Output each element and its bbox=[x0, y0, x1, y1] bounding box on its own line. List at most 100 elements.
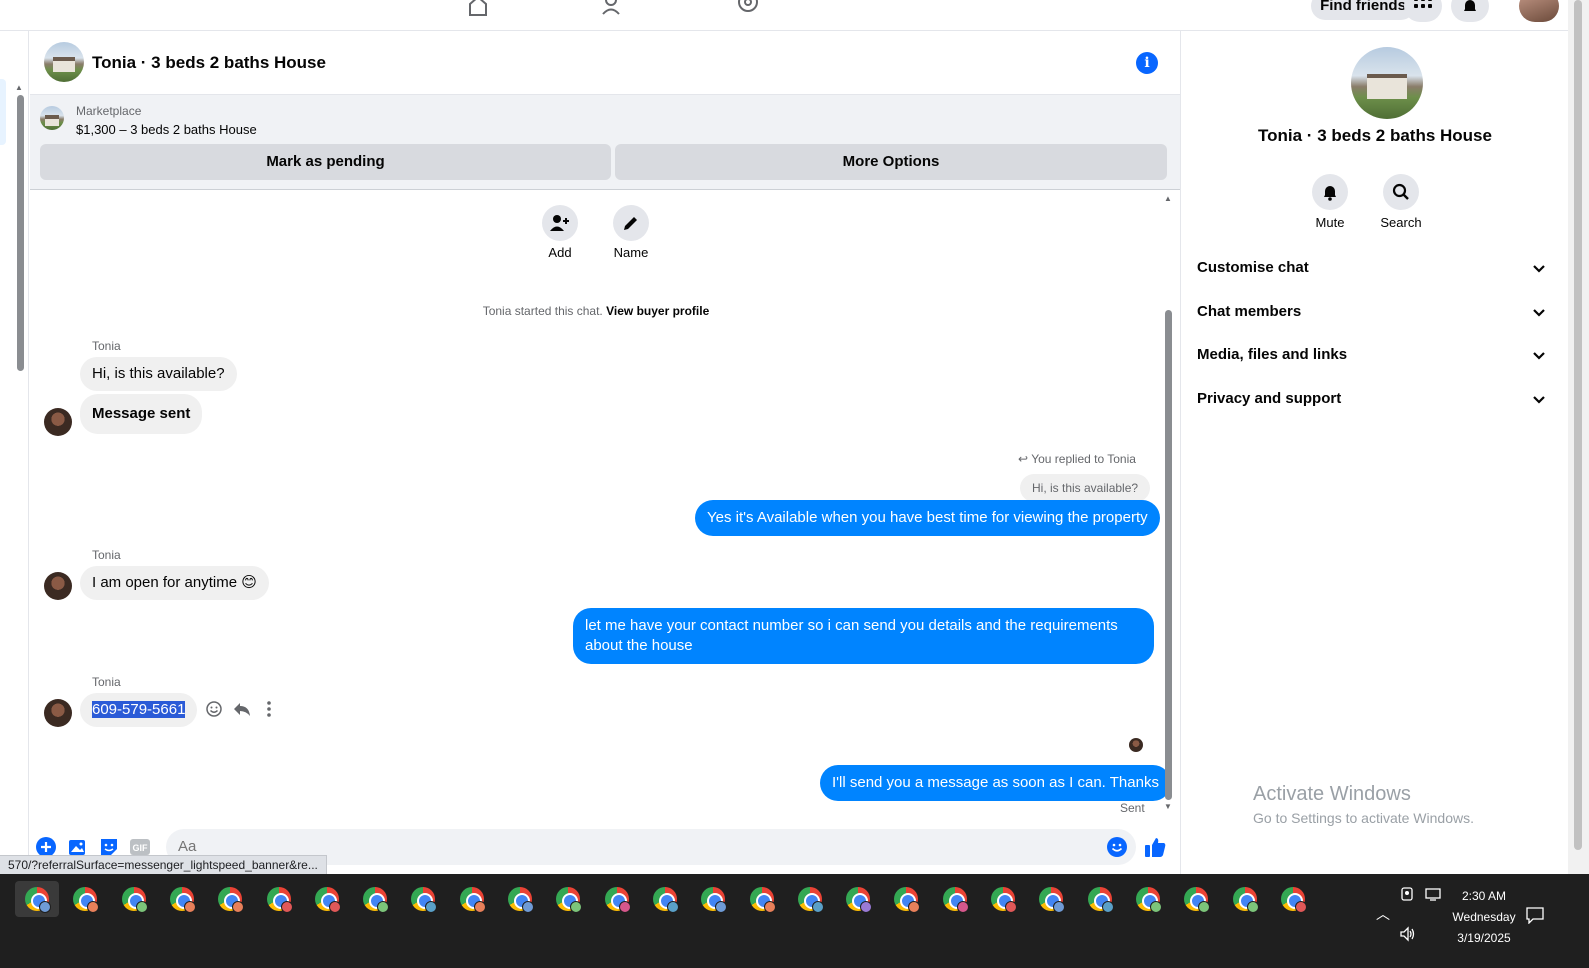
taskbar-chrome-window[interactable] bbox=[643, 881, 687, 917]
outgoing-message[interactable]: let me have your contact number so i can… bbox=[573, 608, 1154, 664]
notifications-button[interactable] bbox=[1451, 0, 1489, 22]
add-label: Add bbox=[548, 245, 572, 260]
taskbar-chrome-window[interactable] bbox=[112, 881, 156, 917]
more-options-button[interactable]: More Options bbox=[615, 144, 1167, 180]
profile-badge-icon bbox=[39, 901, 51, 913]
clock-date: 3/19/2025 bbox=[1457, 931, 1511, 945]
profile-badge-icon bbox=[1101, 901, 1114, 913]
media-files-links-section[interactable]: Media, files and links bbox=[1197, 335, 1553, 375]
taskbar-chrome-window[interactable] bbox=[257, 881, 301, 917]
react-icon[interactable] bbox=[204, 699, 224, 719]
listing-thumbnail[interactable] bbox=[40, 106, 64, 130]
taskbar-chrome-window[interactable] bbox=[15, 881, 59, 917]
scroll-up-arrow[interactable]: ▲ bbox=[1164, 194, 1172, 203]
taskbar-chrome-window[interactable] bbox=[1223, 881, 1267, 917]
emoji-icon[interactable] bbox=[1106, 836, 1128, 858]
conversation-scrollbar[interactable] bbox=[1165, 310, 1172, 800]
info-icon[interactable]: i bbox=[1136, 52, 1158, 74]
taskbar-chrome-window[interactable] bbox=[1078, 881, 1122, 917]
name-chat-button[interactable] bbox=[613, 205, 649, 241]
sender-avatar[interactable] bbox=[44, 408, 72, 436]
quoted-message[interactable]: Hi, is this available? bbox=[1020, 474, 1151, 502]
taskbar-chrome-window[interactable] bbox=[1029, 881, 1073, 917]
taskbar-chrome-window[interactable] bbox=[160, 881, 204, 917]
taskbar-chrome-window[interactable] bbox=[884, 881, 928, 917]
find-friends-button[interactable]: Find friends bbox=[1311, 0, 1415, 20]
profile-badge-icon bbox=[425, 901, 438, 913]
groups-icon[interactable] bbox=[736, 0, 760, 16]
page-scrollbar[interactable] bbox=[1568, 0, 1589, 874]
incoming-message[interactable]: I am open for anytime 😊 bbox=[80, 566, 269, 600]
customise-chat-section[interactable]: Customise chat bbox=[1197, 248, 1553, 288]
taskbar-chrome-window[interactable] bbox=[305, 881, 349, 917]
like-icon[interactable] bbox=[1144, 836, 1166, 858]
account-avatar[interactable] bbox=[1519, 0, 1559, 22]
network-icon[interactable] bbox=[1424, 886, 1442, 902]
show-hidden-icons-chevron-icon[interactable]: ︿ bbox=[1376, 904, 1390, 924]
taskbar-chrome-window[interactable] bbox=[1126, 881, 1170, 917]
meet-now-icon[interactable] bbox=[1399, 886, 1415, 902]
taskbar-chrome-window[interactable] bbox=[691, 881, 735, 917]
system-clock[interactable]: 2:30 AM Wednesday 3/19/2025 bbox=[1444, 886, 1524, 949]
reply-icon[interactable] bbox=[232, 699, 252, 719]
privacy-support-section[interactable]: Privacy and support bbox=[1197, 379, 1553, 419]
reply-arrow-icon: ↩︎ bbox=[1018, 452, 1029, 466]
incoming-message[interactable]: 609-579-5661 bbox=[80, 693, 198, 727]
more-icon[interactable] bbox=[259, 699, 279, 719]
home-icon[interactable] bbox=[466, 0, 490, 16]
listing-title[interactable]: $1,300 – 3 beds 2 baths House bbox=[76, 122, 257, 137]
profile-badge-icon bbox=[280, 901, 293, 913]
pencil-icon bbox=[624, 217, 637, 230]
phone-number[interactable]: 609-579-5661 bbox=[92, 701, 186, 718]
search-button[interactable] bbox=[1383, 174, 1419, 210]
chevron-down-icon bbox=[1533, 352, 1545, 360]
taskbar-chrome-window[interactable] bbox=[933, 881, 977, 917]
chat-members-section[interactable]: Chat members bbox=[1197, 292, 1553, 332]
mute-button[interactable] bbox=[1312, 174, 1348, 210]
taskbar-chrome-window[interactable] bbox=[740, 881, 784, 917]
notification-center-icon[interactable] bbox=[1525, 906, 1545, 924]
view-buyer-profile-link[interactable]: View buyer profile bbox=[606, 304, 709, 318]
chat-header: Tonia · 3 beds 2 baths House i bbox=[30, 31, 1180, 95]
page-scrollbar-thumb[interactable] bbox=[1574, 0, 1582, 850]
incoming-message[interactable]: Hi, is this available? bbox=[80, 357, 237, 391]
taskbar-chrome-window[interactable] bbox=[450, 881, 494, 917]
taskbar-chrome-window[interactable] bbox=[788, 881, 832, 917]
menu-button[interactable] bbox=[1404, 0, 1442, 22]
outgoing-message[interactable]: I'll send you a message as soon as I can… bbox=[820, 765, 1171, 801]
add-people-button[interactable] bbox=[542, 205, 578, 241]
chat-title[interactable]: Tonia · 3 beds 2 baths House bbox=[92, 53, 326, 73]
taskbar-chrome-window[interactable] bbox=[498, 881, 542, 917]
section-label: Customise chat bbox=[1197, 259, 1309, 276]
taskbar-chrome-window[interactable] bbox=[208, 881, 252, 917]
incoming-message[interactable]: Message sent bbox=[80, 394, 203, 434]
activate-title: Activate Windows bbox=[1253, 783, 1411, 805]
friends-icon[interactable] bbox=[601, 0, 625, 16]
sender-avatar[interactable] bbox=[44, 699, 72, 727]
sender-name: Tonia bbox=[92, 339, 121, 353]
taskbar-chrome-window[interactable] bbox=[836, 881, 880, 917]
taskbar-chrome-window[interactable] bbox=[63, 881, 107, 917]
taskbar-chrome-window[interactable] bbox=[1174, 881, 1218, 917]
scroll-down-arrow[interactable]: ▼ bbox=[1164, 802, 1172, 811]
taskbar-chrome-window[interactable] bbox=[1271, 881, 1315, 917]
profile-badge-icon bbox=[183, 901, 196, 913]
sender-avatar[interactable] bbox=[44, 572, 72, 600]
sender-name: Tonia bbox=[92, 548, 121, 562]
taskbar-chrome-window[interactable] bbox=[981, 881, 1025, 917]
taskbar-chrome-window[interactable] bbox=[595, 881, 639, 917]
search-label: Search bbox=[1380, 215, 1422, 230]
volume-icon[interactable] bbox=[1399, 926, 1417, 942]
grid-menu-icon bbox=[1414, 0, 1432, 8]
taskbar-chrome-window[interactable] bbox=[353, 881, 397, 917]
mark-as-pending-button[interactable]: Mark as pending bbox=[40, 144, 611, 180]
outgoing-message[interactable]: Yes it's Available when you have best ti… bbox=[695, 500, 1160, 536]
taskbar-chrome-window[interactable] bbox=[401, 881, 445, 917]
chat-started-note: Tonia started this chat. View buyer prof… bbox=[30, 304, 1162, 318]
chat-list-scrollbar[interactable] bbox=[17, 95, 24, 371]
chat-avatar-large[interactable] bbox=[1351, 47, 1423, 119]
taskbar-chrome-window[interactable] bbox=[546, 881, 590, 917]
search-icon bbox=[1392, 183, 1409, 200]
scroll-up-arrow[interactable]: ▲ bbox=[15, 83, 23, 92]
chat-avatar[interactable] bbox=[44, 42, 84, 82]
